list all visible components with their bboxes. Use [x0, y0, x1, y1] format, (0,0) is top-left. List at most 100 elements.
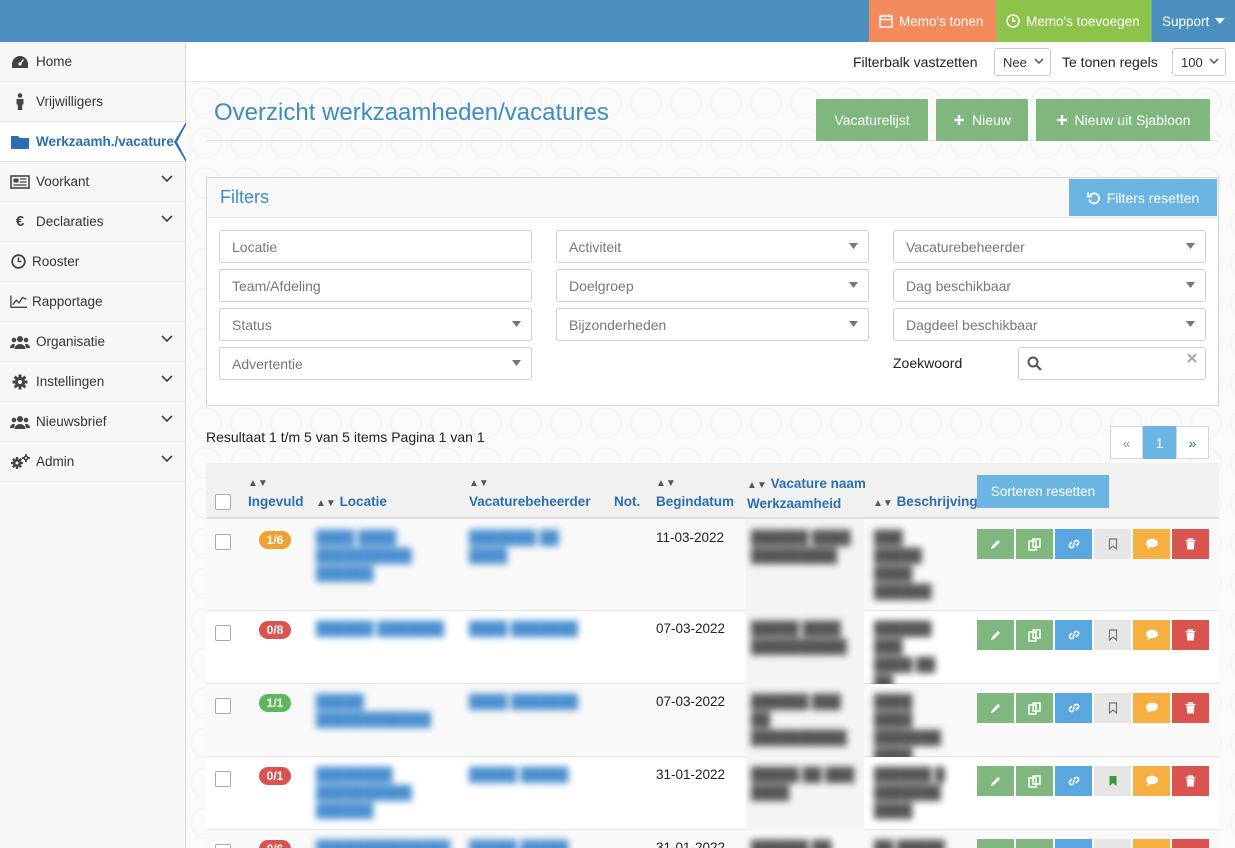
- memo-button[interactable]: [1133, 529, 1170, 559]
- delete-button[interactable]: [1172, 620, 1209, 650]
- sidebar-item-instellingen[interactable]: Instellingen: [0, 362, 185, 402]
- target-group-select[interactable]: Doelgroep: [556, 269, 869, 302]
- link-button[interactable]: [1055, 766, 1092, 796]
- row-checkbox[interactable]: [215, 698, 231, 714]
- bookmark-button[interactable]: [1094, 693, 1131, 723]
- sidebar-item-rapportage[interactable]: Rapportage: [0, 282, 185, 322]
- sidebar-item-declaraties[interactable]: € Declaraties: [0, 202, 185, 242]
- manager-link-redacted[interactable]: █████ █████: [469, 839, 599, 848]
- vacancy-name-text-redacted[interactable]: █████ ████ ██████████: [751, 620, 861, 656]
- link-button[interactable]: [1055, 839, 1092, 848]
- select-all-checkbox[interactable]: [215, 494, 231, 510]
- copy-button[interactable]: [1016, 529, 1053, 559]
- manager-link-redacted[interactable]: ███████ ██ ████: [469, 529, 599, 565]
- prev-page-button[interactable]: «: [1110, 426, 1143, 459]
- particulars-select[interactable]: Bijzonderheden: [556, 308, 869, 341]
- row-checkbox[interactable]: [215, 534, 231, 550]
- status-select[interactable]: Status: [219, 308, 532, 341]
- header-beschrijving[interactable]: ▲▼ Beschrijving: [873, 493, 978, 513]
- clear-icon[interactable]: [1187, 353, 1197, 363]
- vacancy-name-text-redacted[interactable]: █████ ██ ███ ████: [751, 766, 861, 802]
- sidebar-item-home[interactable]: Home: [0, 42, 185, 82]
- header-vacature-naam[interactable]: ▲▼ Vacature naam Werkzaamheid: [747, 475, 866, 513]
- edit-button[interactable]: [977, 693, 1014, 723]
- sidebar-item-vrijwilligers[interactable]: Vrijwilligers: [0, 82, 185, 122]
- header-vacaturebeheerder[interactable]: ▲▼ Vacaturebeheerder: [469, 475, 591, 511]
- pin-filterbar-select[interactable]: Nee: [994, 48, 1051, 76]
- sidebar-item-nieuwsbrief[interactable]: Nieuwsbrief: [0, 402, 185, 442]
- link-button[interactable]: [1055, 529, 1092, 559]
- location-link-redacted[interactable]: ██████████████: [316, 839, 450, 848]
- copy-button[interactable]: [1016, 766, 1053, 796]
- table-row[interactable]: 0/8 ██████ ███████ ████ ███████ 07-03-20…: [206, 611, 1219, 708]
- edit-button[interactable]: [977, 620, 1014, 650]
- edit-button[interactable]: [977, 766, 1014, 796]
- table-row[interactable]: 0/1 ████████ ██████████ ██████ █████ █████…: [206, 757, 1219, 830]
- daypart-available-select[interactable]: Dagdeel beschikbaar: [893, 308, 1206, 341]
- row-checkbox[interactable]: [215, 844, 231, 848]
- table-row[interactable]: 0/6 ██████████████ █████ █████ 31-01-202…: [206, 830, 1219, 848]
- location-link-redacted[interactable]: ██████ ███████: [316, 620, 446, 638]
- bookmark-button[interactable]: [1094, 766, 1131, 796]
- sidebar-item-organisatie[interactable]: Organisatie: [0, 322, 185, 362]
- show-memos-button[interactable]: Memo's tonen: [869, 0, 996, 42]
- row-checkbox[interactable]: [215, 771, 231, 787]
- copy-icon: [1028, 774, 1041, 788]
- vacancy-list-button[interactable]: Vacaturelijst: [816, 99, 928, 141]
- memo-button[interactable]: [1133, 839, 1170, 848]
- vacancy-name-text-redacted[interactable]: ██████ ██: [751, 839, 861, 848]
- keyword-search-input[interactable]: [1018, 347, 1206, 380]
- bookmark-button[interactable]: [1094, 839, 1131, 848]
- sidebar-item-rooster[interactable]: Rooster: [0, 242, 185, 282]
- vacancy-manager-select[interactable]: Vacaturebeheerder: [893, 230, 1206, 263]
- next-page-button[interactable]: »: [1176, 426, 1209, 459]
- rows-to-show-select[interactable]: 100: [1172, 48, 1226, 76]
- memo-button[interactable]: [1133, 766, 1170, 796]
- location-link-redacted[interactable]: ████████ ██████████ ██████: [316, 766, 446, 820]
- advertisement-select[interactable]: Advertentie: [219, 347, 532, 380]
- activity-select[interactable]: Activiteit: [556, 230, 869, 263]
- sidebar-item-voorkant[interactable]: Voorkant: [0, 162, 185, 202]
- table-row[interactable]: 1/1 █████ ████████████ ████ ███████ 07-03…: [206, 684, 1219, 763]
- location-link-redacted[interactable]: ████ ████ ██████████ ██████: [316, 529, 446, 583]
- bookmark-button[interactable]: [1094, 620, 1131, 650]
- manager-link-redacted[interactable]: █████ █████: [469, 766, 599, 784]
- delete-button[interactable]: [1172, 766, 1209, 796]
- sidebar-item-admin[interactable]: Admin: [0, 442, 185, 482]
- new-button[interactable]: Nieuw: [936, 99, 1028, 141]
- edit-button[interactable]: [977, 839, 1014, 848]
- bookmark-button[interactable]: [1094, 529, 1131, 559]
- new-from-template-button[interactable]: Nieuw uit Sjabloon: [1036, 99, 1210, 141]
- page-1-button[interactable]: 1: [1143, 426, 1176, 459]
- memo-button[interactable]: [1133, 693, 1170, 723]
- header-beschrijving-label: Beschrijving: [896, 494, 978, 509]
- delete-button[interactable]: [1172, 529, 1209, 559]
- manager-link-redacted[interactable]: ████ ███████: [469, 693, 599, 711]
- location-input[interactable]: Locatie: [219, 230, 532, 263]
- delete-button[interactable]: [1172, 693, 1209, 723]
- table-row[interactable]: 1/6 ████ ████ ██████████ ██████ ███████ ██…: [206, 519, 1219, 611]
- header-begindatum[interactable]: ▲▼ Begindatum: [656, 475, 734, 511]
- add-memos-button[interactable]: Memo's toevoegen: [996, 0, 1151, 42]
- edit-button[interactable]: [977, 529, 1014, 559]
- copy-button[interactable]: [1016, 693, 1053, 723]
- link-button[interactable]: [1055, 693, 1092, 723]
- location-link-redacted[interactable]: █████ ████████████: [316, 693, 446, 729]
- manager-link-redacted[interactable]: ████ ███████: [469, 620, 599, 638]
- copy-button[interactable]: [1016, 839, 1053, 848]
- vacancy-name-text-redacted[interactable]: ██████ ████ █████████: [751, 529, 861, 565]
- header-ingevuld[interactable]: ▲▼ Ingevuld: [248, 475, 304, 511]
- support-menu[interactable]: Support: [1151, 0, 1235, 42]
- vacancy-name-text-redacted[interactable]: ██████ ███ ██ ██████████: [751, 693, 861, 747]
- team-department-input[interactable]: Team/Afdeling: [219, 269, 532, 302]
- row-checkbox[interactable]: [215, 625, 231, 641]
- link-button[interactable]: [1055, 620, 1092, 650]
- header-locatie[interactable]: ▲▼ Locatie: [316, 493, 387, 513]
- day-available-select[interactable]: Dag beschikbaar: [893, 269, 1206, 302]
- sidebar-item-werkzaamheden[interactable]: Werkzaamh./vacature: [0, 122, 186, 162]
- reset-filters-button[interactable]: Filters resetten: [1069, 179, 1217, 216]
- memo-button[interactable]: [1133, 620, 1170, 650]
- copy-button[interactable]: [1016, 620, 1053, 650]
- reset-sorting-button[interactable]: Sorteren resetten: [977, 475, 1109, 508]
- delete-button[interactable]: [1172, 839, 1209, 848]
